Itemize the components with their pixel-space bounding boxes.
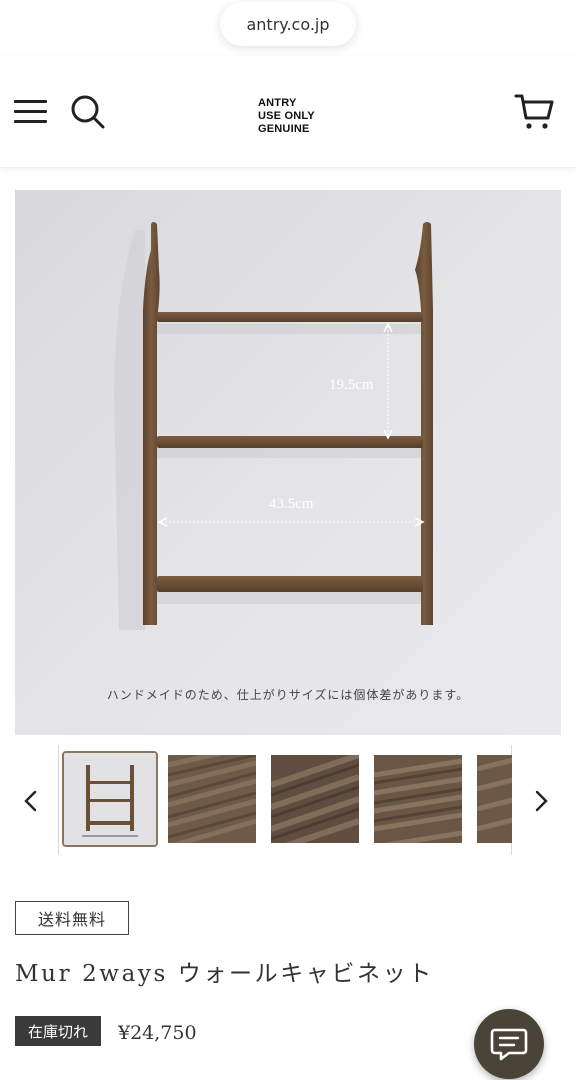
chevron-right-icon[interactable] <box>528 786 554 816</box>
logo-line-3: GENUINE <box>258 123 310 135</box>
product-main-image[interactable]: 19.5cm 43.5cm ハンドメイドのため、仕上がりサイズには個体差がありま… <box>15 190 561 735</box>
chat-icon <box>490 1028 528 1061</box>
site-logo[interactable]: ANTRY USE ONLY GENUINE <box>258 97 338 136</box>
url-text: antry.co.jp <box>246 14 330 34</box>
stock-status-label: 在庫切れ <box>27 1022 88 1041</box>
carousel-divider <box>58 745 59 855</box>
thumbnail-item[interactable] <box>62 751 158 847</box>
chat-button[interactable] <box>474 1009 544 1079</box>
menu-icon[interactable] <box>14 98 48 126</box>
width-dimension-label: 43.5cm <box>269 496 314 512</box>
thumbnail-item[interactable] <box>374 755 462 843</box>
free-shipping-badge: 送料無料 <box>15 901 129 935</box>
stock-status-badge: 在庫切れ <box>15 1016 101 1046</box>
image-caption: ハンドメイドのため、仕上がりサイズには個体差があります。 <box>106 688 470 702</box>
site-header: ANTRY USE ONLY GENUINE <box>0 56 576 168</box>
chevron-left-icon[interactable] <box>18 786 44 816</box>
thumbnail-item[interactable] <box>168 755 256 843</box>
product-title: Mur 2ways ウォールキャビネット <box>15 961 434 987</box>
free-shipping-label: 送料無料 <box>37 910 106 929</box>
url-bar[interactable]: antry.co.jp <box>220 2 356 46</box>
thumbnail-item[interactable] <box>271 755 359 843</box>
product-price: ¥24,750 <box>118 1022 197 1044</box>
thumbnail-carousel <box>58 745 512 855</box>
logo-line-2: USE ONLY <box>258 110 315 122</box>
cart-icon[interactable] <box>514 92 556 132</box>
thumbnail-item[interactable] <box>477 755 512 843</box>
logo-line-1: ANTRY <box>258 97 297 109</box>
height-dimension-label: 19.5cm <box>329 377 374 393</box>
search-icon[interactable] <box>70 94 106 130</box>
